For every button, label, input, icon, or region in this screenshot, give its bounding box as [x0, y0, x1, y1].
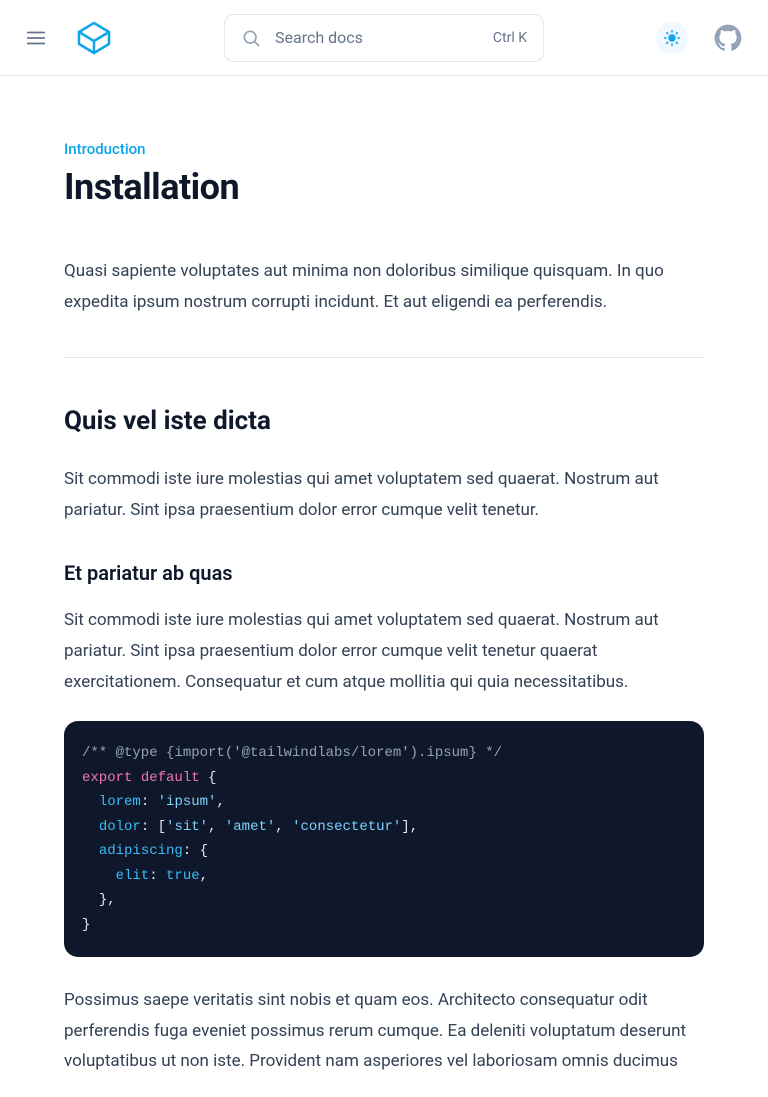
code-token: 'ipsum' — [158, 794, 217, 810]
code-token: 'sit' — [166, 819, 208, 835]
code-token: true — [166, 868, 200, 884]
code-block: /** @type {import('@tailwindlabs/lorem')… — [64, 721, 704, 957]
page-title: Installation — [64, 166, 704, 208]
subsection-paragraph: Sit commodi iste iure molestias qui amet… — [64, 605, 704, 697]
paragraph: Possimus saepe veritatis sint nobis et q… — [64, 985, 704, 1077]
divider — [64, 357, 704, 358]
top-header: Search docs Ctrl K — [0, 0, 768, 76]
code-token: adipiscing — [99, 843, 183, 859]
hamburger-icon — [25, 27, 47, 49]
code-token: export — [82, 770, 132, 786]
theme-toggle-button[interactable] — [656, 22, 688, 54]
code-token: 'consectetur' — [292, 819, 401, 835]
lead-paragraph: Quasi sapiente voluptates aut minima non… — [64, 256, 704, 317]
search-shortcut: Ctrl K — [493, 30, 527, 46]
menu-button[interactable] — [24, 26, 48, 50]
code-token: dolor — [99, 819, 141, 835]
section-paragraph: Sit commodi iste iure molestias qui amet… — [64, 464, 704, 525]
code-token: elit — [116, 868, 150, 884]
code-token: lorem — [99, 794, 141, 810]
subsection-heading: Et pariatur ab quas — [64, 561, 704, 585]
code-token: 'amet' — [225, 819, 275, 835]
main-content: Introduction Installation Quasi sapiente… — [0, 76, 768, 1077]
sun-icon — [663, 29, 681, 47]
github-link[interactable] — [712, 22, 744, 54]
search-icon — [241, 28, 261, 48]
breadcrumb-eyebrow[interactable]: Introduction — [64, 140, 704, 158]
logo[interactable] — [76, 20, 112, 56]
code-token: default — [141, 770, 200, 786]
logo-icon — [76, 20, 112, 56]
search-button[interactable]: Search docs Ctrl K — [224, 14, 544, 62]
code-comment: /** @type {import('@tailwindlabs/lorem')… — [82, 745, 502, 761]
section-heading: Quis vel iste dicta — [64, 406, 704, 436]
search-placeholder: Search docs — [275, 28, 479, 47]
github-icon — [714, 24, 742, 52]
header-actions — [656, 22, 744, 54]
